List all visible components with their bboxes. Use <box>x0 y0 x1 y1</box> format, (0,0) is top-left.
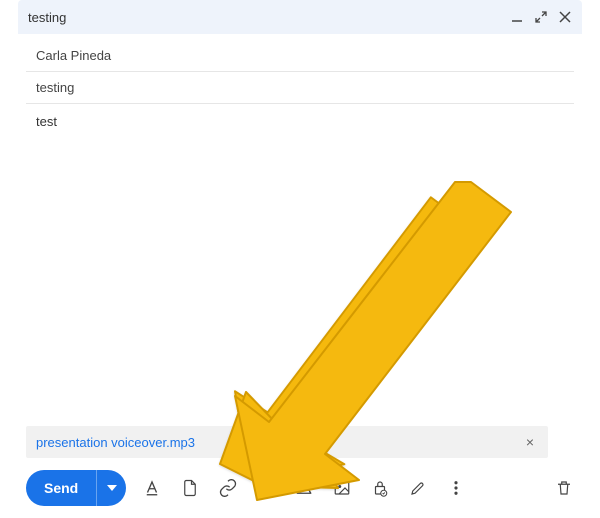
compose-window: testing Carla Pineda testing test presen… <box>18 0 582 518</box>
formatting-icons <box>142 478 466 498</box>
recipient-chip: Carla Pineda <box>36 48 111 63</box>
drive-icon[interactable] <box>294 478 314 498</box>
send-button[interactable]: Send <box>26 470 96 506</box>
subject-text: testing <box>36 80 74 95</box>
compose-header: testing <box>18 0 582 34</box>
discard-draft-icon[interactable] <box>554 478 574 498</box>
attachment-chip[interactable]: presentation voiceover.mp3 × <box>26 426 548 458</box>
remove-attachment-icon[interactable]: × <box>522 434 538 450</box>
attachment-filename: presentation voiceover.mp3 <box>36 435 522 450</box>
more-options-icon[interactable] <box>446 478 466 498</box>
attach-file-icon[interactable] <box>180 478 200 498</box>
close-icon[interactable] <box>558 10 572 24</box>
annotation-arrow-overlay <box>203 180 523 510</box>
confidential-mode-icon[interactable] <box>370 478 390 498</box>
minimize-icon[interactable] <box>510 10 524 24</box>
send-options-button[interactable] <box>96 470 126 506</box>
window-controls <box>510 10 572 24</box>
to-field[interactable]: Carla Pineda <box>26 40 574 72</box>
compose-toolbar: Send <box>26 466 574 510</box>
message-body[interactable]: test <box>18 104 582 139</box>
insert-signature-icon[interactable] <box>408 478 428 498</box>
insert-link-icon[interactable] <box>218 478 238 498</box>
insert-emoji-icon[interactable] <box>256 478 276 498</box>
subject-field[interactable]: testing <box>26 72 574 104</box>
body-text: test <box>36 114 57 129</box>
expand-icon[interactable] <box>534 10 548 24</box>
insert-photo-icon[interactable] <box>332 478 352 498</box>
compose-title: testing <box>28 10 510 25</box>
formatting-options-icon[interactable] <box>142 478 162 498</box>
send-button-group: Send <box>26 470 126 506</box>
